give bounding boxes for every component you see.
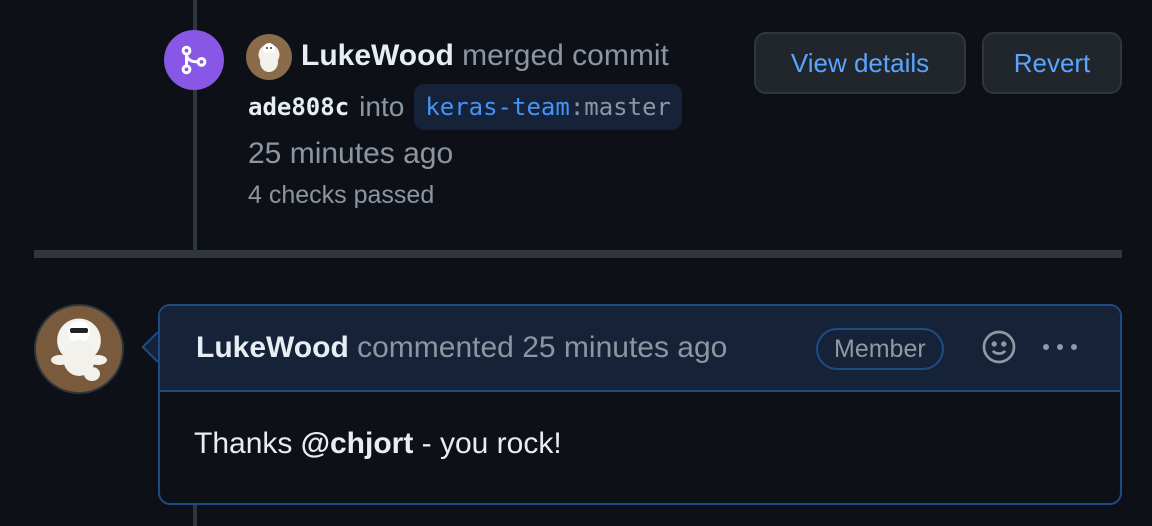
timeline-divider xyxy=(34,250,1122,258)
avatar[interactable] xyxy=(246,34,292,80)
merge-timestamp[interactable]: 25 minutes ago xyxy=(248,134,453,174)
comment-meta: LukeWood commented 25 minutes ago xyxy=(196,328,727,368)
commit-sha-link[interactable]: ade808c xyxy=(248,93,349,121)
avatar[interactable] xyxy=(34,304,124,394)
merge-target: ade808c into keras-team: master xyxy=(248,84,682,130)
member-badge: Member xyxy=(816,328,944,370)
kebab-horizontal-icon[interactable] xyxy=(1036,328,1084,366)
git-merge-icon xyxy=(164,30,224,90)
timeline-line xyxy=(193,505,197,526)
merge-action-text: merged commit xyxy=(462,39,669,72)
comment-box: LukeWood commented 25 minutes ago Member… xyxy=(158,304,1122,505)
branch-name: master xyxy=(584,93,671,121)
checks-status[interactable]: 4 checks passed xyxy=(248,178,434,212)
branch-separator: : xyxy=(569,93,585,121)
into-text: into xyxy=(359,91,405,122)
merge-event-summary: LukeWood merged commit xyxy=(301,36,669,76)
branch-repo: keras-team xyxy=(425,93,570,121)
comment-text-prefix: Thanks xyxy=(194,427,301,460)
comment-header: LukeWood commented 25 minutes ago Member xyxy=(160,306,1120,392)
user-mention-link[interactable]: @chjort xyxy=(301,427,414,460)
comment-text-suffix: - you rock! xyxy=(413,427,562,460)
revert-button[interactable]: Revert xyxy=(982,32,1122,94)
comment-timestamp[interactable]: 25 minutes ago xyxy=(522,331,727,364)
comment-action: commented xyxy=(357,331,514,364)
view-details-button[interactable]: View details xyxy=(754,32,966,94)
smiley-icon[interactable] xyxy=(980,328,1018,366)
comment-body: Thanks @chjort - you rock! xyxy=(194,424,562,464)
author-link[interactable]: LukeWood xyxy=(301,39,454,72)
comment-author-link[interactable]: LukeWood xyxy=(196,331,349,364)
branch-label[interactable]: keras-team: master xyxy=(414,84,682,130)
